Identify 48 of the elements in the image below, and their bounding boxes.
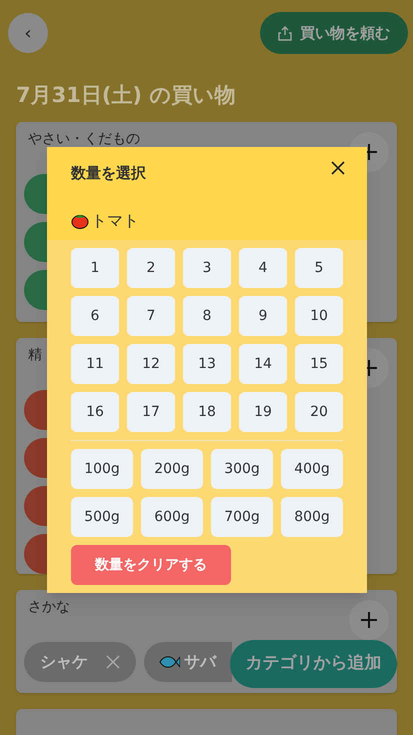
quantity-button[interactable]: 12 [127, 344, 175, 384]
category-title: やさい・くだもの [27, 130, 140, 148]
quantity-button[interactable]: 14 [239, 344, 287, 384]
item-name: トマト [91, 210, 139, 232]
weight-button[interactable]: 500g [71, 497, 133, 537]
fish-icon [158, 654, 180, 670]
quantity-button[interactable]: 10 [295, 296, 343, 336]
weight-button[interactable]: 100g [71, 449, 133, 489]
quantity-button[interactable]: 11 [71, 344, 119, 384]
weight-button[interactable]: 800g [281, 497, 343, 537]
share-icon [278, 25, 292, 41]
item-chip[interactable] [24, 174, 47, 214]
tomato-icon [71, 212, 89, 229]
quantity-button[interactable]: 9 [239, 296, 287, 336]
plus-icon [361, 612, 377, 628]
quantity-button[interactable]: 13 [183, 344, 231, 384]
quantity-button[interactable]: 17 [127, 392, 175, 432]
quantity-button[interactable]: 6 [71, 296, 119, 336]
quantity-button[interactable]: 5 [295, 248, 343, 288]
quantity-button[interactable]: 2 [127, 248, 175, 288]
item-chip[interactable] [24, 534, 47, 574]
quantity-button[interactable]: 1 [71, 248, 119, 288]
weight-button[interactable]: 200g [141, 449, 203, 489]
quantity-button[interactable]: 15 [295, 344, 343, 384]
back-button[interactable]: ‹ [8, 13, 48, 53]
category-title: さかな [27, 598, 70, 616]
modal-title: 数量を選択 [71, 163, 146, 184]
item-chip[interactable] [24, 390, 47, 430]
weight-button[interactable]: 700g [211, 497, 273, 537]
category-title: 精 [27, 346, 42, 364]
quantity-button[interactable]: 18 [183, 392, 231, 432]
close-icon[interactable] [331, 161, 345, 175]
weight-button[interactable]: 300g [211, 449, 273, 489]
add-button[interactable] [349, 600, 389, 640]
quantity-button[interactable]: 3 [183, 248, 231, 288]
item-chip[interactable] [24, 486, 47, 526]
item-chip[interactable] [24, 222, 47, 262]
quantity-button[interactable]: 19 [239, 392, 287, 432]
quantity-button[interactable]: 16 [71, 392, 119, 432]
item-chip[interactable] [24, 438, 47, 478]
page-title: 7月31日(土) の買い物 [16, 82, 236, 109]
weight-button[interactable]: 600g [141, 497, 203, 537]
quantity-button[interactable]: 20 [295, 392, 343, 432]
quantity-button[interactable]: 8 [183, 296, 231, 336]
quantity-button[interactable]: 7 [127, 296, 175, 336]
weight-button[interactable]: 400g [281, 449, 343, 489]
item-chip[interactable] [24, 270, 47, 310]
quantity-button[interactable]: 4 [239, 248, 287, 288]
